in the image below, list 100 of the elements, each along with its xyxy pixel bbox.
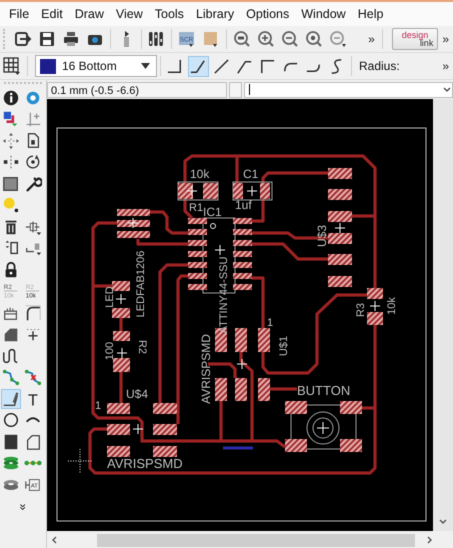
- origin-marker: [186, 186, 198, 196]
- menu-item[interactable]: Library: [190, 7, 242, 21]
- smd-pad: [153, 446, 177, 457]
- smd-pad: [233, 273, 252, 279]
- menu-item[interactable]: View: [110, 7, 150, 21]
- menu-item[interactable]: Tools: [150, 7, 191, 21]
- smd-pad: [107, 446, 130, 457]
- caret-icon[interactable]: [442, 84, 452, 94]
- move-arrows-icon[interactable]: [1, 130, 21, 151]
- ripup-icon[interactable]: [23, 367, 43, 388]
- zoom-out-icon[interactable]: [280, 29, 300, 49]
- smd-pad: [107, 403, 130, 414]
- part-label: 10k: [190, 167, 210, 181]
- zoom-fit-icon[interactable]: [232, 29, 252, 49]
- smd-pad: [233, 240, 252, 246]
- smd-pad: [188, 229, 207, 235]
- smd-pad: [112, 281, 130, 291]
- vertical-scrollbar[interactable]: [433, 99, 453, 531]
- layer-dropdown[interactable]: 16 Bottom: [35, 55, 157, 77]
- smd-pad: [233, 262, 252, 268]
- smd-pad: [117, 231, 150, 238]
- origin-marker: [128, 218, 138, 228]
- wire-icon[interactable]: [1, 388, 21, 409]
- grid-icon[interactable]: [2, 56, 22, 76]
- smd-pad: [112, 308, 130, 318]
- smd-pad: [328, 211, 352, 222]
- small-field[interactable]: [229, 82, 242, 98]
- smd-pad: [285, 401, 307, 414]
- smd-pad: [340, 439, 362, 452]
- smd-pad: [117, 209, 150, 216]
- text-icon[interactable]: T: [23, 388, 43, 409]
- zoom-in-icon[interactable]: [256, 29, 276, 49]
- part-label: 100: [104, 342, 116, 360]
- command-input-field[interactable]: [244, 82, 453, 98]
- origin-marker: [132, 424, 144, 434]
- smd-pad: [188, 218, 207, 224]
- crosshair-cursor: [68, 448, 92, 474]
- part-label: U$4: [126, 387, 148, 401]
- part-label: 1: [267, 317, 274, 329]
- more-tools-button[interactable]: »: [16, 503, 30, 510]
- component-outline: [290, 404, 356, 450]
- route-icon[interactable]: [1, 367, 21, 388]
- part-label: BUTTON: [297, 383, 350, 398]
- menu-item[interactable]: File: [4, 7, 36, 21]
- overflow-button[interactable]: »: [364, 32, 379, 46]
- part-label: 10k: [386, 297, 398, 315]
- open-icon[interactable]: [12, 29, 33, 49]
- smd-pad: [258, 328, 270, 352]
- design-link-button[interactable]: design link: [392, 28, 438, 50]
- part-label: IC1: [203, 205, 222, 219]
- menu-item[interactable]: Draw: [70, 7, 111, 21]
- smd-pad: [188, 262, 207, 268]
- part-label: AVRISPSMD: [199, 334, 213, 404]
- smd-pad: [178, 183, 193, 199]
- smd-pad: [117, 220, 150, 227]
- smd-pad: [235, 328, 247, 352]
- smd-pad: [188, 251, 207, 257]
- smd-pad: [215, 378, 227, 401]
- part-label: R3: [355, 302, 367, 318]
- part-label: LED: [104, 286, 116, 308]
- part-label: C1: [243, 167, 258, 181]
- smd-pad: [328, 276, 352, 287]
- origin-marker: [334, 222, 346, 234]
- part-label: U$3: [315, 225, 329, 247]
- zoom-select-icon[interactable]: [304, 29, 324, 49]
- smd-pad: [328, 168, 352, 179]
- bottom-layer-wire: [223, 446, 253, 450]
- origin-marker: [236, 358, 248, 370]
- miter-icon[interactable]: [23, 302, 43, 323]
- smd-pad: [233, 251, 252, 257]
- smd-pad: [233, 183, 243, 199]
- smd-pad: [233, 284, 252, 290]
- smd-pad: [258, 378, 270, 401]
- smd-pad: [367, 288, 383, 299]
- overflow-button[interactable]: »: [438, 32, 453, 46]
- horizontal-scroll-thumb[interactable]: [97, 534, 415, 546]
- wire-bend-icon[interactable]: [188, 56, 209, 76]
- smd-pad: [203, 183, 218, 199]
- origin-marker: [116, 294, 126, 304]
- overflow-button[interactable]: »: [438, 59, 453, 73]
- smd-pad: [153, 424, 177, 435]
- origin-marker: [370, 300, 380, 312]
- smd-pad: [328, 254, 352, 265]
- menu-item[interactable]: Edit: [36, 7, 70, 21]
- smd-pad: [113, 331, 130, 341]
- coordinate-display: 0.1 mm (-0.5 -6.6): [47, 82, 227, 98]
- smd-pad: [233, 218, 252, 224]
- menu-item[interactable]: Help: [352, 7, 390, 21]
- smd-pad: [285, 439, 307, 452]
- pin-marker: [210, 223, 216, 229]
- smd-pad: [188, 284, 207, 290]
- part-label: R1: [189, 202, 204, 214]
- origin-marker: [116, 348, 128, 358]
- menu-item[interactable]: Window: [296, 7, 353, 21]
- smd-pad: [367, 312, 383, 325]
- caret-icon[interactable]: [141, 63, 150, 69]
- smd-pad: [113, 358, 130, 372]
- menu-item[interactable]: Options: [241, 7, 296, 21]
- smd-pad: [107, 424, 130, 435]
- part-label: U$1: [278, 336, 290, 356]
